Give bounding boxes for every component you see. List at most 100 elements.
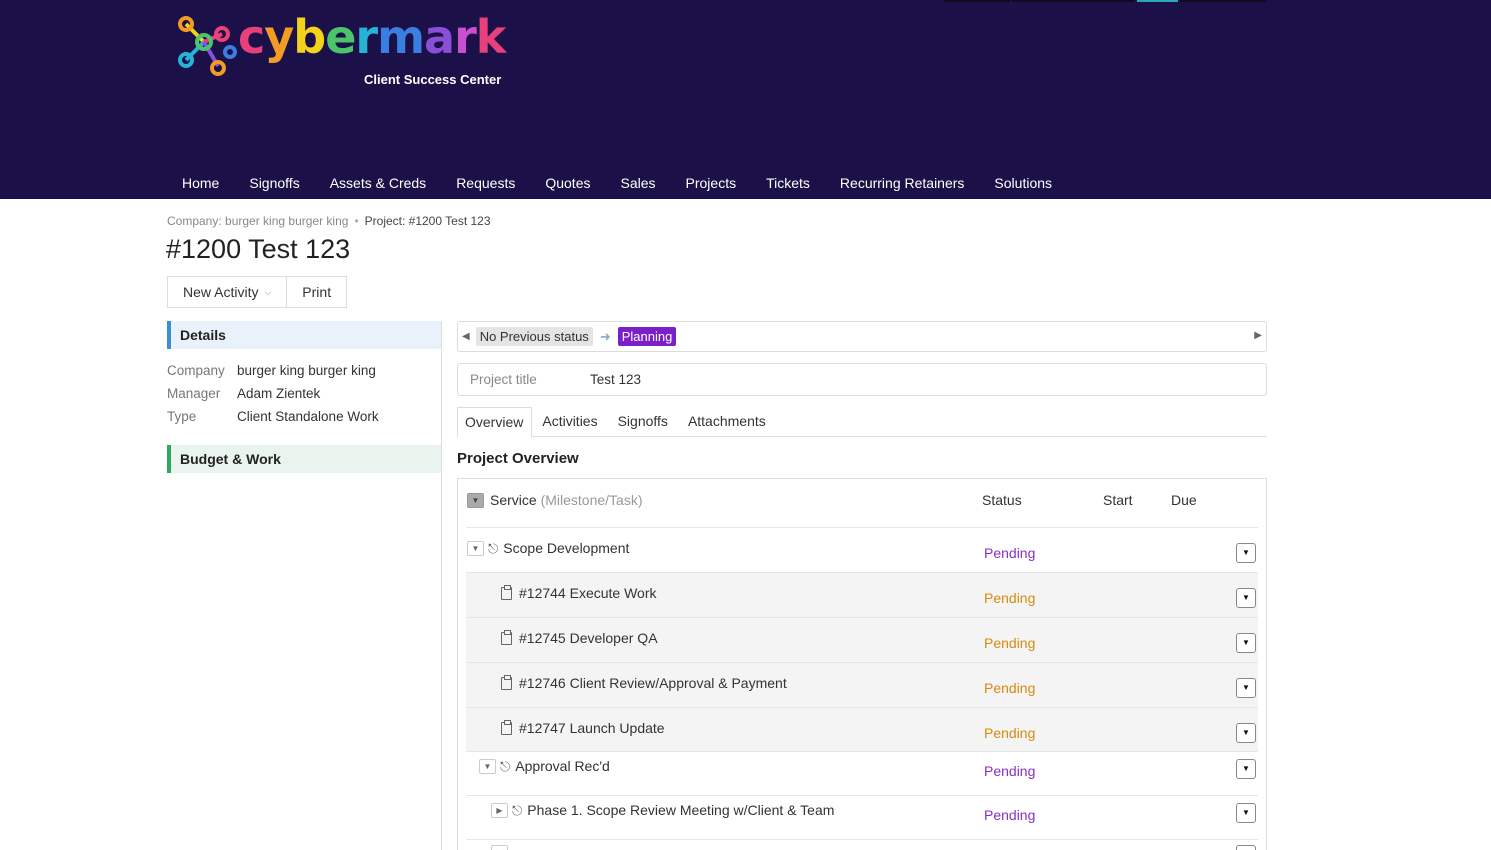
expand-icon[interactable]: ▶ [491,803,508,818]
milestone-signpost-icon: ⎋ [512,803,523,818]
detail-label: Company [167,363,225,378]
tab-attachments[interactable]: Attachments [678,407,776,437]
nav-recurring-retainers[interactable]: Recurring Retainers [825,168,980,199]
collapse-icon[interactable]: ▼ [479,759,496,774]
row-status: Pending [984,725,1036,741]
collapse-icon[interactable]: ▼ [467,541,484,556]
logo-letter: m [377,10,425,64]
nav-signoffs[interactable]: Signoffs [234,168,314,199]
tree-row[interactable]: ▼ ⎋ Approval Rec'd Pending ▼ [466,752,1258,796]
expand-icon[interactable]: ▶ [491,845,508,850]
column-start: Start [1103,492,1133,508]
nav-tickets[interactable]: Tickets [751,168,825,199]
tree-row[interactable]: #12744 Execute Work Pending ▼ [466,573,1258,618]
project-overview-tree: ▼ Service (Milestone/Task) Status Start … [457,478,1267,850]
cybermark-logo[interactable]: cybermark Client Success Center [174,10,514,90]
tree-row[interactable]: #12747 Launch Update Pending ▼ [466,708,1258,752]
row-menu-icon[interactable]: ▼ [1236,678,1256,698]
arrow-right-icon: ➜ [599,328,611,344]
row-name-text: Phase 1. Scope Review Meeting w/Client &… [527,802,835,818]
column-service: Service (Milestone/Task) [490,492,643,508]
row-name: ⎋ Phase 1. Scope Review Meeting w/Client … [512,802,834,819]
action-buttons: New Activity ⌵ Print [167,276,348,308]
tree-row[interactable]: ▶ ⎋ Phase 1. Scope Review Meeting w/Clien… [466,796,1258,840]
detail-label: Manager [167,386,221,401]
current-status-badge[interactable]: Planning [617,327,677,346]
milestone-signpost-icon: ⎋ [500,759,511,774]
nav-assets-creds[interactable]: Assets & Creds [315,168,441,199]
logo-letter: y [264,10,294,64]
print-button[interactable]: Print [287,276,348,308]
nav-sales[interactable]: Sales [605,168,670,199]
tree-row[interactable]: ▶ ▼ [466,840,1258,850]
nav-home[interactable]: Home [167,168,234,199]
row-name: #12746 Client Review/Approval & Payment [501,675,787,691]
row-menu-icon[interactable]: ▼ [1236,543,1256,563]
logo-subtitle: Client Success Center [364,72,502,87]
new-activity-label: New Activity [183,284,259,300]
logo-letter: b [293,10,326,64]
collapse-all-icon[interactable]: ▼ [467,493,484,508]
row-status: Pending [984,635,1036,651]
status-timeline: ◀ No Previous status ➜ Planning ▶ [457,321,1267,352]
scroll-left-icon[interactable]: ◀ [462,331,470,342]
breadcrumb-company-link[interactable]: Company: burger king burger king [167,214,348,228]
clipboard-task-icon [501,720,512,735]
detail-label: Type [167,409,197,424]
row-menu-icon[interactable]: ▼ [1236,803,1256,823]
row-name: #12747 Launch Update [501,720,665,736]
previous-status-badge: No Previous status [475,327,593,346]
milestone-signpost-icon: ⎋ [488,541,499,556]
details-list: Company burger king burger king Manager … [167,349,441,445]
budget-work-heading[interactable]: Budget & Work [167,445,441,473]
logo-letter: a [424,10,455,64]
details-heading[interactable]: Details [167,321,441,349]
row-name: #12744 Execute Work [501,585,657,601]
project-overview-heading: Project Overview [457,450,579,467]
row-name-text: #12745 Developer QA [519,630,658,646]
clipboard-task-icon [501,630,512,645]
tree-row[interactable]: ▼ ⎋ Scope Development Pending ▼ [466,528,1258,573]
nav-requests[interactable]: Requests [441,168,530,199]
tab-overview[interactable]: Overview [457,407,533,438]
row-name: #12745 Developer QA [501,630,658,646]
detail-value: burger king burger king [237,363,376,378]
project-title-field: Project title Test 123 [457,363,1267,396]
tree-row[interactable]: #12745 Developer QA Pending ▼ [466,618,1258,663]
row-menu-icon[interactable]: ▼ [1236,845,1256,850]
tab-signoffs[interactable]: Signoffs [608,407,678,437]
row-menu-icon[interactable]: ▼ [1236,588,1256,608]
row-status: Pending [984,763,1036,779]
logo-letter: e [325,10,356,64]
new-activity-button[interactable]: New Activity ⌵ [167,276,288,308]
row-status: Pending [984,590,1036,606]
detail-type: Type Client Standalone Work [167,409,441,432]
row-status: Pending [984,680,1036,696]
nav-solutions[interactable]: Solutions [979,168,1067,199]
row-name-text: #12744 Execute Work [519,585,657,601]
tab-activities[interactable]: Activities [532,407,607,437]
scroll-right-icon[interactable]: ▶ [1254,330,1262,341]
site-header: cybermark Client Success Center Home Sig… [0,0,1491,199]
logo-letter: r [454,10,477,64]
breadcrumb: Company: burger king burger king • Project… [167,214,491,228]
row-menu-icon[interactable]: ▼ [1236,759,1256,779]
project-title-value: Test 123 [590,372,642,387]
logo-letter: c [238,10,265,64]
tree-row[interactable]: #12746 Client Review/Approval & Payment … [466,663,1258,708]
row-menu-icon[interactable]: ▼ [1236,633,1256,653]
detail-value: Adam Zientek [237,386,321,401]
nav-projects[interactable]: Projects [671,168,752,199]
row-menu-icon[interactable]: ▼ [1236,723,1256,743]
top-bar-segment [1012,0,1134,2]
row-name-text: #12747 Launch Update [519,720,665,736]
logo-wordmark: cybermark [238,10,506,64]
detail-manager: Manager Adam Zientek [167,386,441,409]
row-status: Pending [984,545,1036,561]
left-panel: Details Company burger king burger king … [167,321,442,850]
nav-quotes[interactable]: Quotes [530,168,605,199]
row-name-text: #12746 Client Review/Approval & Payment [519,675,787,691]
main-nav: Home Signoffs Assets & Creds Requests Qu… [167,168,1067,199]
logo-network-icon [178,16,237,76]
project-title-label: Project title [470,372,537,387]
